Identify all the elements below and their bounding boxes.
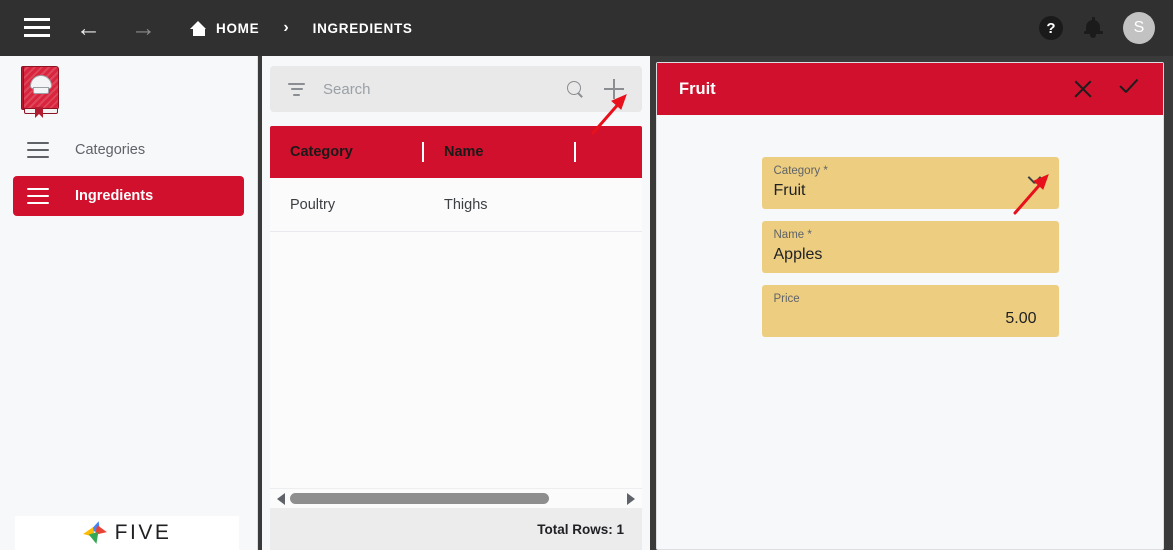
five-brand-logo: FIVE: [15, 516, 239, 550]
pinwheel-icon: [81, 519, 108, 546]
cell-name: Thighs: [444, 196, 488, 213]
five-wordmark: FIVE: [114, 521, 172, 544]
topbar-actions: ? S: [1039, 0, 1155, 56]
close-icon[interactable]: [1073, 79, 1093, 99]
app-root: ← → HOME › INGREDIENTS ? S Categories In…: [0, 0, 1173, 550]
search-icon[interactable]: [567, 80, 584, 98]
table-body: Poultry Thighs: [270, 178, 642, 488]
field-label: Name *: [773, 229, 812, 241]
list-panel: Category Name Poultry Thighs Total Rows: [262, 56, 650, 550]
column-divider[interactable]: [574, 142, 576, 162]
app-logo: [0, 56, 257, 118]
sidebar-item-label: Ingredients: [75, 188, 154, 204]
horizontal-scrollbar[interactable]: [270, 488, 642, 508]
home-icon[interactable]: [190, 20, 207, 36]
scrollbar-thumb[interactable]: [290, 493, 549, 504]
chevron-right-icon: ›: [283, 19, 289, 36]
table-row[interactable]: Poultry Thighs: [270, 178, 642, 232]
table-footer: Total Rows: 1: [270, 508, 642, 550]
column-header-name[interactable]: Name: [424, 144, 574, 160]
arrow-left-icon[interactable]: ←: [76, 15, 101, 41]
bell-clapper: [1090, 34, 1096, 38]
field-label: Category *: [773, 165, 828, 177]
field-value: Apples: [773, 246, 823, 263]
sidebar-nav: Categories Ingredients: [0, 130, 257, 216]
list-icon: [27, 188, 49, 204]
form-header: Fruit: [657, 63, 1163, 115]
scroll-right-arrow-icon[interactable]: [627, 492, 635, 505]
menu-bar-3: [24, 33, 50, 37]
chevron-down-icon[interactable]: [1028, 177, 1041, 190]
list-icon: [27, 142, 49, 158]
sidebar-item-ingredients[interactable]: Ingredients: [13, 176, 244, 216]
cell-category: Poultry: [290, 196, 336, 213]
total-rows-label: Total Rows: 1: [537, 521, 624, 537]
scroll-left-arrow-icon[interactable]: [277, 492, 285, 505]
field-value: Fruit: [773, 182, 806, 199]
detail-form-panel: Fruit Category * Fruit Name * Apples Pri…: [656, 62, 1164, 550]
scrollbar-track[interactable]: [290, 493, 622, 504]
avatar[interactable]: S: [1123, 12, 1155, 44]
breadcrumb-current: INGREDIENTS: [312, 20, 413, 36]
search-bar: [270, 66, 642, 112]
sidebar-item-label: Categories: [75, 142, 146, 158]
check-icon[interactable]: [1119, 79, 1143, 99]
field-name[interactable]: Name * Apples: [761, 221, 1059, 273]
home-body: [192, 27, 205, 36]
search-input[interactable]: [323, 80, 567, 98]
chef-hat-band: [33, 87, 49, 94]
form-title: Fruit: [679, 79, 716, 98]
breadcrumb: HOME › INGREDIENTS: [190, 20, 413, 36]
records-table: Category Name Poultry Thighs Total Rows:…: [270, 126, 642, 550]
help-icon[interactable]: ?: [1039, 16, 1063, 40]
filter-icon[interactable]: [288, 82, 305, 96]
menu-bar-1: [24, 18, 50, 21]
book-bookmark: [35, 107, 43, 118]
arrow-right-icon[interactable]: →: [131, 15, 156, 41]
add-record-button[interactable]: [604, 79, 624, 99]
pinwheel-blade-green: [88, 531, 101, 546]
field-category[interactable]: Category * Fruit: [761, 157, 1059, 209]
breadcrumb-home[interactable]: HOME: [216, 21, 259, 36]
sidebar-item-categories[interactable]: Categories: [13, 130, 244, 170]
table-header-row: Category Name: [270, 126, 642, 178]
recipe-book-icon: [18, 64, 62, 118]
form-body: Category * Fruit Name * Apples Price 5.0…: [657, 115, 1163, 337]
notification-bell-icon[interactable]: [1083, 17, 1103, 39]
menu-bar-2: [24, 25, 50, 29]
field-price[interactable]: Price 5.00: [761, 285, 1059, 337]
sidebar: Categories Ingredients FIVE: [0, 56, 258, 550]
top-bar: ← → HOME › INGREDIENTS ? S: [0, 0, 1173, 56]
column-header-category[interactable]: Category: [270, 144, 422, 160]
field-label: Price: [773, 293, 800, 305]
hamburger-menu-icon[interactable]: [24, 18, 50, 38]
field-value: 5.00: [1005, 310, 1037, 327]
